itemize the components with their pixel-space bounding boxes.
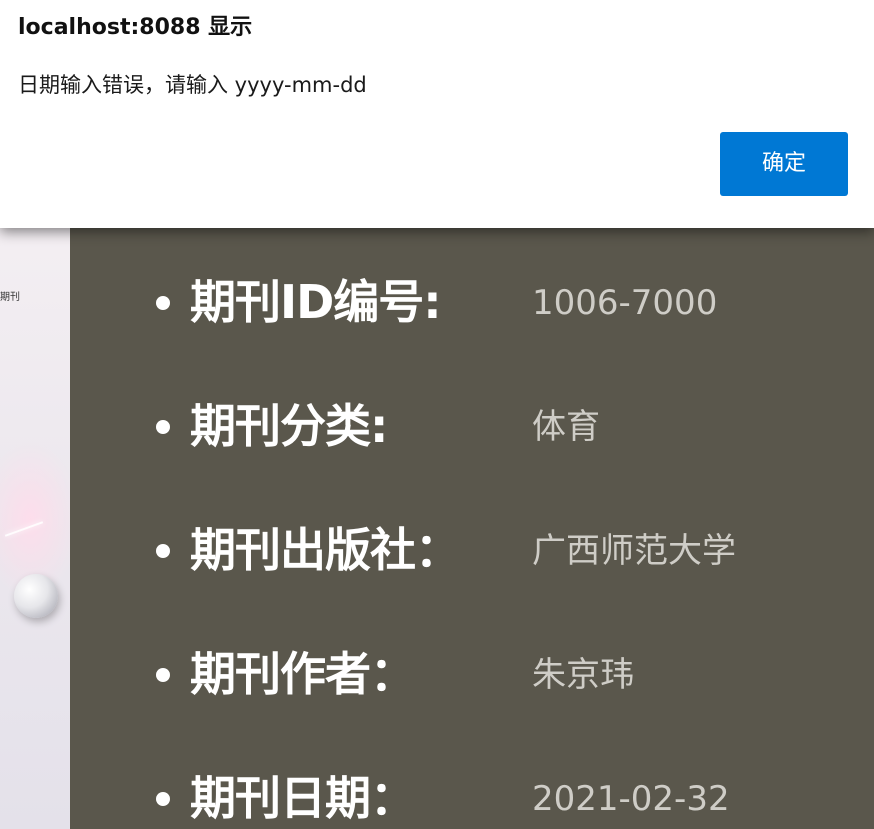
journal-category-label: 期刊分类: [190,399,388,453]
bullet-icon [156,668,170,682]
journal-category-value: 体育 [532,407,600,447]
info-row-journal-id: 期刊ID编号: 1006-7000 [70,266,874,336]
info-row-journal-publisher: 期刊出版社： 广西师范大学 [70,514,874,584]
journal-publisher-value: 广西师范大学 [532,531,736,571]
bullet-icon [156,792,170,806]
info-row-journal-category: 期刊分类: 体育 [70,390,874,460]
side-caption: 期刊 [0,292,20,303]
info-row-journal-author: 期刊作者： 朱京玮 [70,638,874,708]
journal-author-value: 朱京玮 [532,655,634,695]
journal-publisher-label: 期刊出版社： [190,523,461,577]
journal-author-label: 期刊作者： [190,647,416,701]
bullet-icon [156,420,170,434]
page: 期刊 期刊ID编号: 1006-7000 期刊分类: 体育 期刊出版社： 广西师… [0,0,874,829]
journal-id-value: 1006-7000 [532,283,718,323]
journal-id-label: 期刊ID编号: [190,275,442,329]
dialog-message: 日期输入错误，请输入 yyyy-mm-dd [18,73,367,97]
bullet-icon [156,544,170,558]
info-row-journal-date: 期刊日期： 2021-02-32 [70,762,874,829]
journal-date-value: 2021-02-32 [532,779,730,819]
bullet-icon [156,296,170,310]
journal-date-label: 期刊日期： [190,771,416,825]
alert-dialog: localhost:8088 显示 日期输入错误，请输入 yyyy-mm-dd … [0,0,874,228]
ok-button[interactable]: 确定 [720,132,848,196]
sphere-decoration [14,574,58,618]
dialog-title: localhost:8088 显示 [18,15,253,40]
